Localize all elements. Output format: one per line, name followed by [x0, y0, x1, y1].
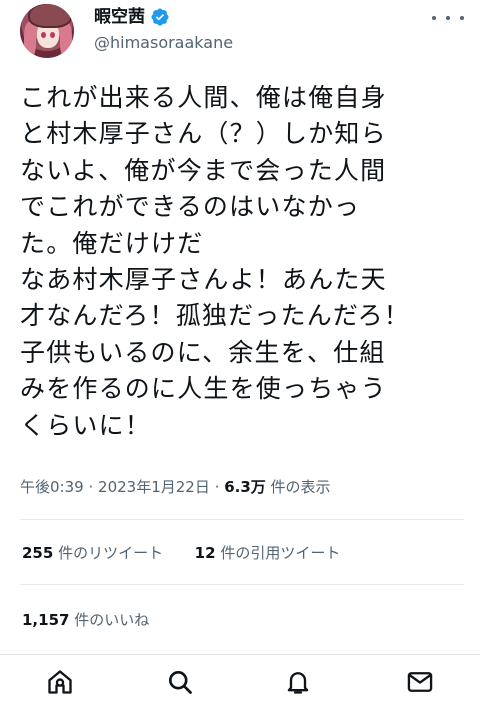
- bottom-nav: [0, 654, 480, 708]
- avatar-eye-left: [41, 32, 46, 38]
- more-dot-icon: [460, 16, 464, 20]
- views-label: 件の表示: [270, 478, 331, 496]
- avatar[interactable]: [20, 4, 74, 58]
- search-icon[interactable]: [166, 668, 194, 696]
- likes-count: 1,157: [22, 611, 70, 629]
- tweet-time[interactable]: 午後0:39: [20, 478, 84, 496]
- meta-separator: ·: [88, 478, 94, 496]
- divider: [20, 519, 464, 520]
- more-options-button[interactable]: [432, 9, 464, 27]
- messages-icon[interactable]: [406, 668, 434, 696]
- quotes-stat[interactable]: 12 件の引用ツイート: [195, 544, 341, 562]
- user-handle[interactable]: @himasoraakane: [94, 32, 233, 54]
- avatar-hat: [28, 4, 72, 28]
- likes-label: 件のいいね: [74, 611, 150, 629]
- notifications-icon[interactable]: [284, 668, 312, 696]
- tweet-meta: 午後0:39 · 2023年1月22日 · 6.3万 件の表示: [20, 474, 331, 500]
- quotes-label: 件の引用ツイート: [220, 544, 341, 562]
- tweet-date[interactable]: 2023年1月22日: [98, 478, 210, 496]
- divider: [20, 584, 464, 585]
- more-dot-icon: [432, 16, 436, 20]
- avatar-hair-left: [24, 22, 36, 58]
- retweets-count: 255: [22, 544, 54, 562]
- retweets-label: 件のリツイート: [58, 544, 164, 562]
- more-dot-icon: [446, 16, 450, 20]
- avatar-eye-right: [50, 32, 55, 38]
- avatar-hair-right: [60, 22, 72, 58]
- views-count: 6.3万: [224, 478, 266, 496]
- likes-stat[interactable]: 1,157 件のいいね: [22, 607, 149, 633]
- home-icon[interactable]: [46, 668, 74, 696]
- display-name[interactable]: 暇空茜: [94, 4, 145, 30]
- tweet-text: これが出来る人間、俺は俺自身 と村木厚子さん（？）しか知ら ないよ、俺が今まで会…: [20, 83, 411, 440]
- verified-badge-icon: [151, 8, 169, 26]
- meta-separator: ·: [214, 478, 220, 496]
- retweet-quote-stats: 255 件のリツイート 12 件の引用ツイート: [22, 540, 340, 566]
- name-row: 暇空茜: [94, 4, 170, 30]
- tweet-header: 暇空茜 @himasoraakane: [0, 0, 480, 76]
- retweets-stat[interactable]: 255 件のリツイート: [22, 544, 168, 562]
- quotes-count: 12: [194, 544, 216, 562]
